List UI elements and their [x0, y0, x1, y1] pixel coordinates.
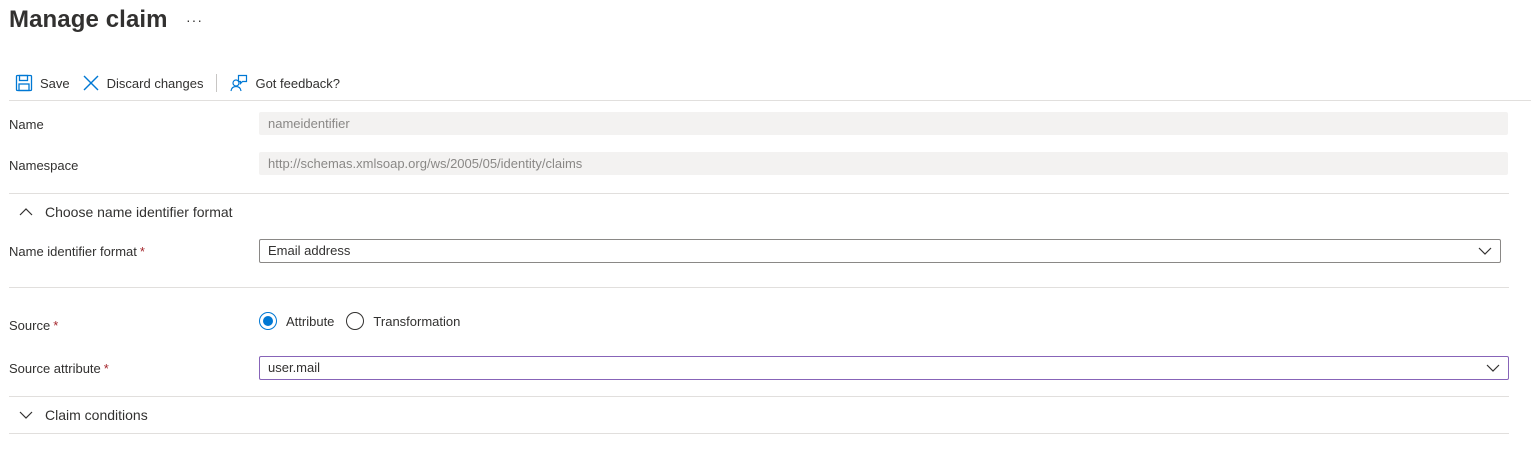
chevron-up-icon [19, 205, 33, 219]
namespace-label: Namespace [9, 158, 79, 173]
toolbar-separator [216, 74, 218, 92]
name-format-section-title: Choose name identifier format [45, 204, 233, 220]
source-label-text: Source [9, 318, 51, 333]
discard-changes-label: Discard changes [106, 75, 204, 91]
radio-unchecked-icon [346, 312, 365, 330]
source-label: Source * [9, 318, 58, 333]
source-radio-transformation[interactable]: Transformation [346, 312, 460, 330]
claim-conditions-title: Claim conditions [45, 407, 148, 423]
feedback-label: Got feedback? [255, 75, 341, 91]
source-attribute-value: user.mail [268, 360, 321, 375]
command-bar: Save Discard changes Got feedback? [9, 69, 346, 97]
name-format-dropdown[interactable]: Email address [259, 239, 1501, 263]
close-icon [82, 74, 100, 92]
section-divider [9, 396, 1509, 397]
section-divider [9, 433, 1509, 434]
required-marker: * [103, 361, 109, 376]
name-format-label-text: Name identifier format [9, 244, 137, 259]
section-divider [9, 287, 1509, 288]
source-option-transformation-label: Transformation [373, 313, 461, 329]
source-attribute-dropdown[interactable]: user.mail [259, 356, 1509, 380]
source-attribute-label-text: Source attribute [9, 361, 101, 376]
save-icon [15, 74, 33, 92]
chevron-down-icon [19, 408, 33, 422]
name-format-label: Name identifier format * [9, 244, 145, 259]
claim-conditions-toggle[interactable]: Claim conditions [19, 407, 148, 423]
page-title: Manage claim [9, 6, 168, 33]
more-options-button[interactable]: ··· [186, 12, 203, 28]
chevron-down-icon [1478, 245, 1492, 257]
name-field: nameidentifier [259, 112, 1508, 135]
save-button[interactable]: Save [9, 69, 76, 97]
source-option-attribute-label: Attribute [286, 313, 335, 329]
required-marker: * [53, 318, 59, 333]
toolbar-divider [9, 100, 1531, 101]
manage-claim-page: Manage claim ··· Save Discard changes Go… [0, 0, 1531, 467]
source-radio-group: Attribute Transformation [259, 312, 472, 330]
save-label: Save [40, 75, 70, 91]
feedback-button[interactable]: Got feedback? [224, 69, 346, 97]
chevron-down-icon [1486, 362, 1500, 374]
name-format-section-toggle[interactable]: Choose name identifier format [19, 204, 233, 220]
feedback-icon [230, 74, 248, 92]
radio-checked-icon [259, 312, 277, 330]
name-format-value: Email address [268, 243, 351, 258]
discard-changes-button[interactable]: Discard changes [76, 69, 210, 97]
namespace-field: http://schemas.xmlsoap.org/ws/2005/05/id… [259, 152, 1508, 175]
required-marker: * [139, 244, 145, 259]
source-attribute-label: Source attribute * [9, 361, 109, 376]
name-label: Name [9, 117, 44, 132]
section-divider [9, 193, 1509, 194]
source-radio-attribute[interactable]: Attribute [259, 312, 334, 330]
